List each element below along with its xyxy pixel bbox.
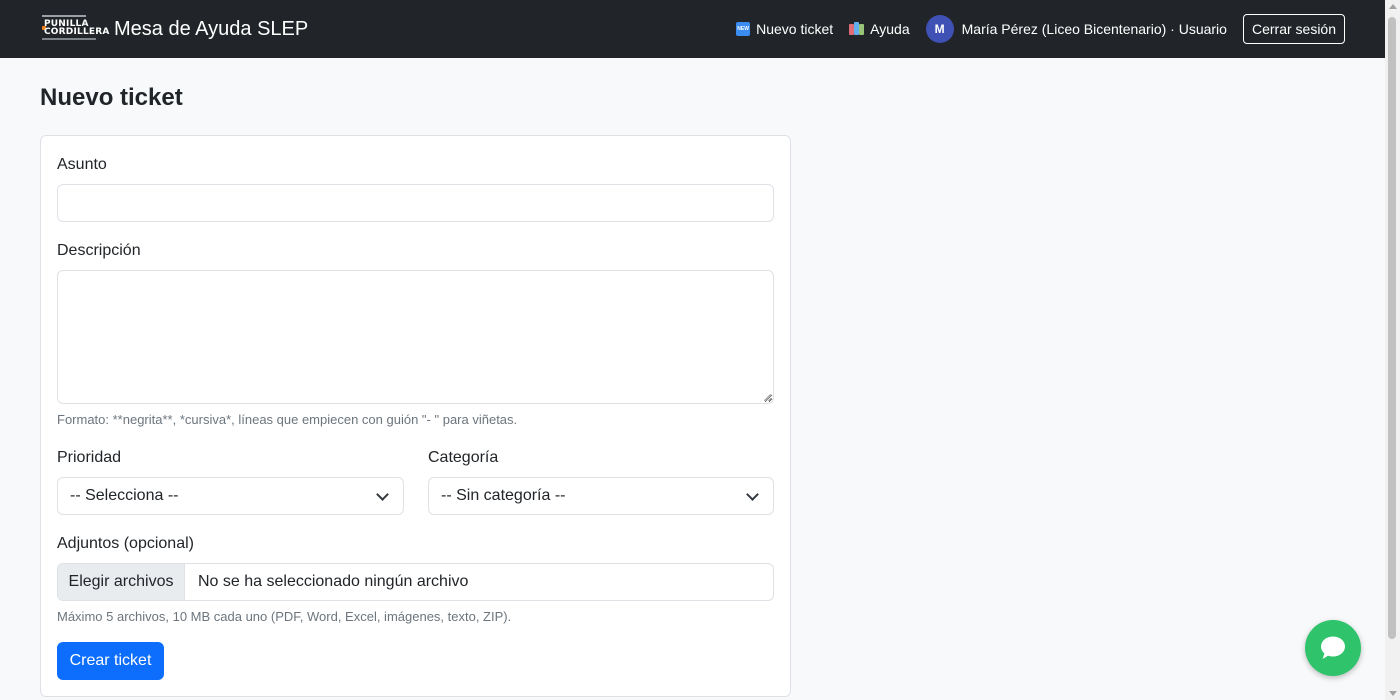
page-scrollbar[interactable]	[1385, 0, 1400, 700]
logout-button[interactable]: Cerrar sesión	[1242, 14, 1345, 44]
create-ticket-button[interactable]: Crear ticket	[57, 642, 164, 680]
description-label: Descripción	[57, 242, 141, 259]
priority-label: Prioridad	[57, 449, 122, 466]
priority-select[interactable]: -- Selecciona --	[57, 477, 404, 515]
description-textarea[interactable]	[57, 270, 774, 404]
category-select[interactable]: -- Sin categoría --	[428, 477, 774, 515]
attachments-help-text: Máximo 5 archivos, 10 MB cada uno (PDF, …	[57, 609, 512, 624]
new-emoji-icon: NEW	[736, 22, 751, 36]
chevron-down-icon	[746, 488, 759, 501]
category-selected-value: -- Sin categoría --	[441, 487, 566, 504]
books-emoji-icon	[849, 22, 865, 36]
subject-input[interactable]	[57, 184, 774, 222]
avatar: M	[925, 15, 954, 43]
chevron-down-icon	[376, 488, 389, 501]
page-title: Nuevo ticket	[40, 84, 183, 111]
format-help-text: Formato: **negrita**, *cursiva*, líneas …	[57, 412, 518, 427]
slep-logo[interactable]: PUNILLA CORDILLERA	[42, 15, 109, 41]
scroll-up-arrow-icon[interactable]	[1389, 4, 1397, 9]
nav-link-new-ticket-label: Nuevo ticket	[756, 21, 834, 37]
user-name: María Pérez (Liceo Bicentenario) · Usuar…	[961, 21, 1227, 37]
new-ticket-form: Asunto Descripción Formato: **negrita**,…	[40, 135, 791, 697]
logo-line-2: CORDILLERA	[44, 27, 110, 37]
attachments-file-input[interactable]: Elegir archivos No se ha seleccionado ni…	[57, 563, 774, 601]
logo-top-line	[42, 15, 86, 17]
logo-subline	[42, 38, 96, 40]
brand-title[interactable]: Mesa de Ayuda SLEP	[114, 17, 308, 41]
file-status-text: No se ha seleccionado ningún archivo	[198, 573, 469, 590]
scrollbar-thumb[interactable]	[1388, 17, 1396, 639]
priority-selected-value: -- Selecciona --	[70, 487, 179, 504]
nav-link-new-ticket[interactable]: NEW Nuevo ticket	[736, 21, 833, 37]
attachments-label: Adjuntos (opcional)	[57, 535, 194, 552]
nav-link-help[interactable]: Ayuda	[849, 21, 910, 37]
category-label: Categoría	[428, 449, 499, 466]
chat-bubble-icon	[1321, 636, 1345, 659]
nav-link-help-label: Ayuda	[870, 21, 910, 37]
textarea-resize-handle[interactable]	[763, 393, 771, 401]
chat-fab-button[interactable]	[1305, 620, 1361, 676]
nav-right: NEW Nuevo ticket Ayuda M María Pérez (Li…	[736, 0, 1345, 58]
subject-label: Asunto	[57, 156, 107, 173]
top-navbar: PUNILLA CORDILLERA Mesa de Ayuda SLEP NE…	[0, 0, 1385, 58]
choose-files-button[interactable]: Elegir archivos	[58, 564, 185, 600]
scroll-down-arrow-icon[interactable]	[1389, 691, 1397, 696]
